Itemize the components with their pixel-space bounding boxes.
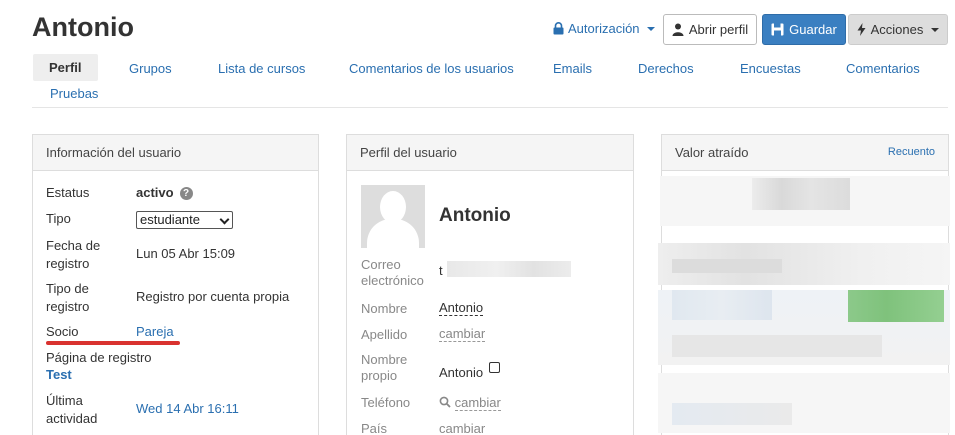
reg-date-label-line1: Fecha de: [46, 238, 101, 253]
avatar[interactable]: [361, 185, 425, 248]
reg-type-label-line1: Tipo de: [46, 281, 89, 296]
email-label-line2: electrónico: [361, 273, 424, 288]
phone-label: Teléfono: [361, 395, 411, 410]
last-name-label: Apellido: [361, 327, 408, 342]
panel-header: Perfil del usuario: [347, 135, 633, 171]
panel-title: Información del usuario: [46, 145, 182, 160]
redacted-block: [672, 290, 772, 320]
search-icon: [439, 396, 451, 408]
last-activity-label-line1: Última: [46, 393, 83, 408]
reg-date-label-line2: registro: [46, 256, 90, 271]
redacted-highlight: [848, 290, 944, 322]
authorization-label: Autorización: [568, 21, 640, 36]
last-activity-label: Última actividad: [46, 392, 97, 428]
first-name-label: Nombre: [361, 301, 408, 316]
reg-date-value: Lun 05 Abr 15:09: [136, 246, 236, 261]
reg-type-value: Registro por cuenta propia: [136, 289, 290, 304]
phone-edit-link[interactable]: cambiar: [454, 395, 501, 411]
status-value: activo: [136, 185, 174, 200]
reg-page-link[interactable]: Test: [46, 366, 72, 384]
reg-type-label: Tipo de registro: [46, 280, 89, 316]
user-icon: [672, 23, 684, 36]
own-name-value-row: Antonio: [439, 362, 501, 380]
attracted-value-panel: Valor atraído Recuento: [658, 134, 950, 435]
country-edit-link[interactable]: cambiar: [439, 421, 485, 435]
redacted-block: [672, 335, 882, 357]
save-icon: [771, 23, 784, 36]
panel-title: Valor atraído: [675, 145, 749, 160]
save-label: Guardar: [789, 22, 837, 37]
tab-comentarios[interactable]: Comentarios: [846, 61, 920, 76]
own-name-label-line2: propio: [361, 368, 398, 383]
help-icon[interactable]: ?: [179, 187, 193, 200]
partner-link[interactable]: Pareja: [136, 323, 174, 341]
authorization-dropdown[interactable]: Autorización: [553, 21, 655, 36]
tab-grupos[interactable]: Grupos: [129, 61, 172, 76]
chevron-down-icon: [219, 214, 230, 225]
partner-label: Socio: [46, 324, 79, 339]
email-value: t: [439, 263, 443, 278]
user-info-panel: Información del usuario Estatus activo? …: [32, 134, 319, 435]
country-label: País: [361, 421, 388, 435]
tab-bar: Perfil Grupos Lista de cursos Comentario…: [32, 53, 948, 108]
panel-header: Información del usuario: [33, 135, 318, 171]
reg-date-label: Fecha de registro: [46, 237, 100, 273]
chevron-down-icon: [646, 26, 655, 31]
last-name-edit-link[interactable]: cambiar: [439, 326, 486, 342]
panel-header: Valor atraído Recuento: [662, 135, 948, 171]
tab-pruebas[interactable]: Pruebas: [50, 86, 98, 101]
chevron-down-icon: [931, 27, 940, 32]
status-value-row: activo?: [136, 184, 193, 202]
redacted-block: [752, 178, 850, 210]
tab-encuestas[interactable]: Encuestas: [740, 61, 801, 76]
tab-perfil[interactable]: Perfil: [33, 54, 98, 81]
actions-dropdown-button[interactable]: Acciones: [848, 14, 948, 45]
page-title: Antonio: [32, 12, 134, 42]
own-name-label: Nombre propio: [361, 352, 407, 384]
type-label: Tipo: [46, 211, 71, 226]
profile-name: Antonio: [439, 205, 511, 226]
first-name-value-wrap[interactable]: Antonio: [439, 300, 484, 316]
open-profile-label: Abrir perfil: [688, 22, 749, 37]
save-button[interactable]: Guardar: [762, 14, 846, 45]
status-label: Estatus: [46, 185, 90, 200]
tab-comentarios-usuarios[interactable]: Comentarios de los usuarios: [349, 61, 514, 76]
last-activity-value[interactable]: Wed 14 Abr 16:11: [136, 400, 239, 418]
user-profile-panel: Perfil del usuario Antonio Correo electr…: [346, 134, 634, 435]
last-activity-label-line2: actividad: [46, 411, 98, 426]
red-underline-annotation: [46, 341, 180, 345]
email-label-line1: Correo: [361, 257, 401, 272]
phone-value-row[interactable]: cambiar: [439, 395, 501, 411]
bolt-icon: [857, 23, 866, 36]
first-name-value[interactable]: Antonio: [439, 300, 484, 316]
tab-derechos[interactable]: Derechos: [638, 61, 694, 76]
email-value-prefix: t: [439, 263, 443, 278]
actions-label: Acciones: [870, 22, 924, 37]
reg-page-label: Página de registro: [46, 350, 152, 365]
own-name-label-line1: Nombre: [361, 352, 408, 367]
email-label: Correo electrónico: [361, 257, 424, 289]
own-name-checkbox[interactable]: [489, 362, 501, 373]
redacted-email: [447, 261, 571, 277]
open-profile-button[interactable]: Abrir perfil: [663, 14, 757, 45]
own-name-value: Antonio: [439, 365, 484, 380]
type-select-value: estudiante: [140, 212, 200, 227]
type-select[interactable]: estudiante: [136, 211, 233, 229]
tab-lista-de-cursos[interactable]: Lista de cursos: [218, 61, 305, 76]
recount-link[interactable]: Recuento: [888, 135, 935, 170]
panel-title: Perfil del usuario: [360, 145, 457, 160]
reg-type-label-line2: registro: [46, 299, 90, 314]
redacted-block: [672, 403, 792, 425]
lock-icon: [553, 22, 564, 35]
redacted-block: [672, 259, 782, 273]
tab-emails[interactable]: Emails: [553, 61, 592, 76]
last-name-value-wrap[interactable]: cambiar: [439, 326, 486, 342]
